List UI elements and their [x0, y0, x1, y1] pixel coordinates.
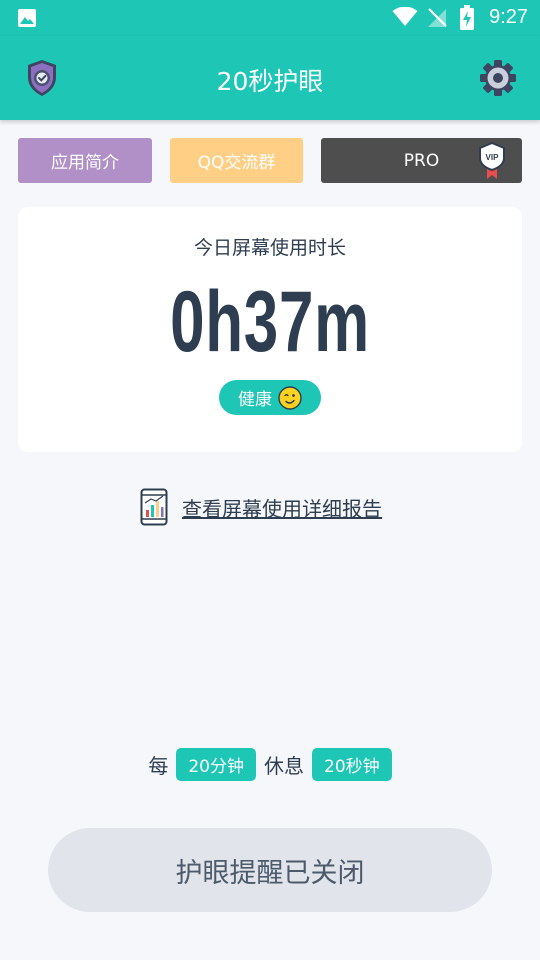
usage-card-title: 今日屏幕使用时长	[193, 237, 346, 259]
app-bar: 20秒护眼	[0, 36, 540, 120]
eye-reminder-toggle-button[interactable]: 护眼提醒已关闭	[48, 828, 492, 912]
wifi-icon	[392, 7, 418, 26]
vip-badge-icon: VIP	[479, 142, 505, 179]
intro-button-label: 应用简介	[51, 153, 119, 173]
usage-card: 今日屏幕使用时长 0h37m 健康	[18, 207, 522, 452]
health-status-badge: 健康	[219, 380, 321, 415]
intro-button[interactable]: 应用简介	[18, 138, 152, 183]
qq-group-button[interactable]: QQ交流群	[170, 138, 303, 183]
interval-selector[interactable]: 20分钟	[176, 748, 256, 781]
rule-every-label: 每	[148, 754, 169, 778]
rest-duration-selector[interactable]: 20秒钟	[312, 748, 392, 781]
detailed-report-link[interactable]: 查看屏幕使用详细报告	[140, 488, 382, 526]
pro-button[interactable]: PRO VIP	[321, 138, 522, 183]
app-title: 20秒护眼	[216, 67, 324, 96]
eye-reminder-toggle-label: 护眼提醒已关闭	[175, 857, 365, 889]
phone-report-icon	[140, 488, 168, 526]
vip-badge-text: VIP	[486, 153, 500, 162]
health-status-label: 健康	[238, 390, 272, 410]
status-time: 9:27	[489, 6, 528, 28]
no-signal-icon	[428, 8, 447, 27]
battery-charging-icon	[460, 5, 474, 30]
gallery-notification-icon	[18, 9, 36, 27]
rest-rule: 每 20分钟 休息 20秒钟	[0, 748, 540, 781]
screen-time-value: 0h37m	[170, 274, 370, 370]
smiley-face-icon	[278, 385, 302, 410]
qq-group-button-label: QQ交流群	[197, 153, 276, 173]
pro-button-label: PRO	[403, 150, 440, 171]
gear-icon[interactable]	[478, 58, 518, 98]
status-bar: 9:27	[0, 0, 540, 36]
detailed-report-label: 查看屏幕使用详细报告	[182, 496, 382, 521]
rule-rest-label: 休息	[264, 754, 304, 778]
